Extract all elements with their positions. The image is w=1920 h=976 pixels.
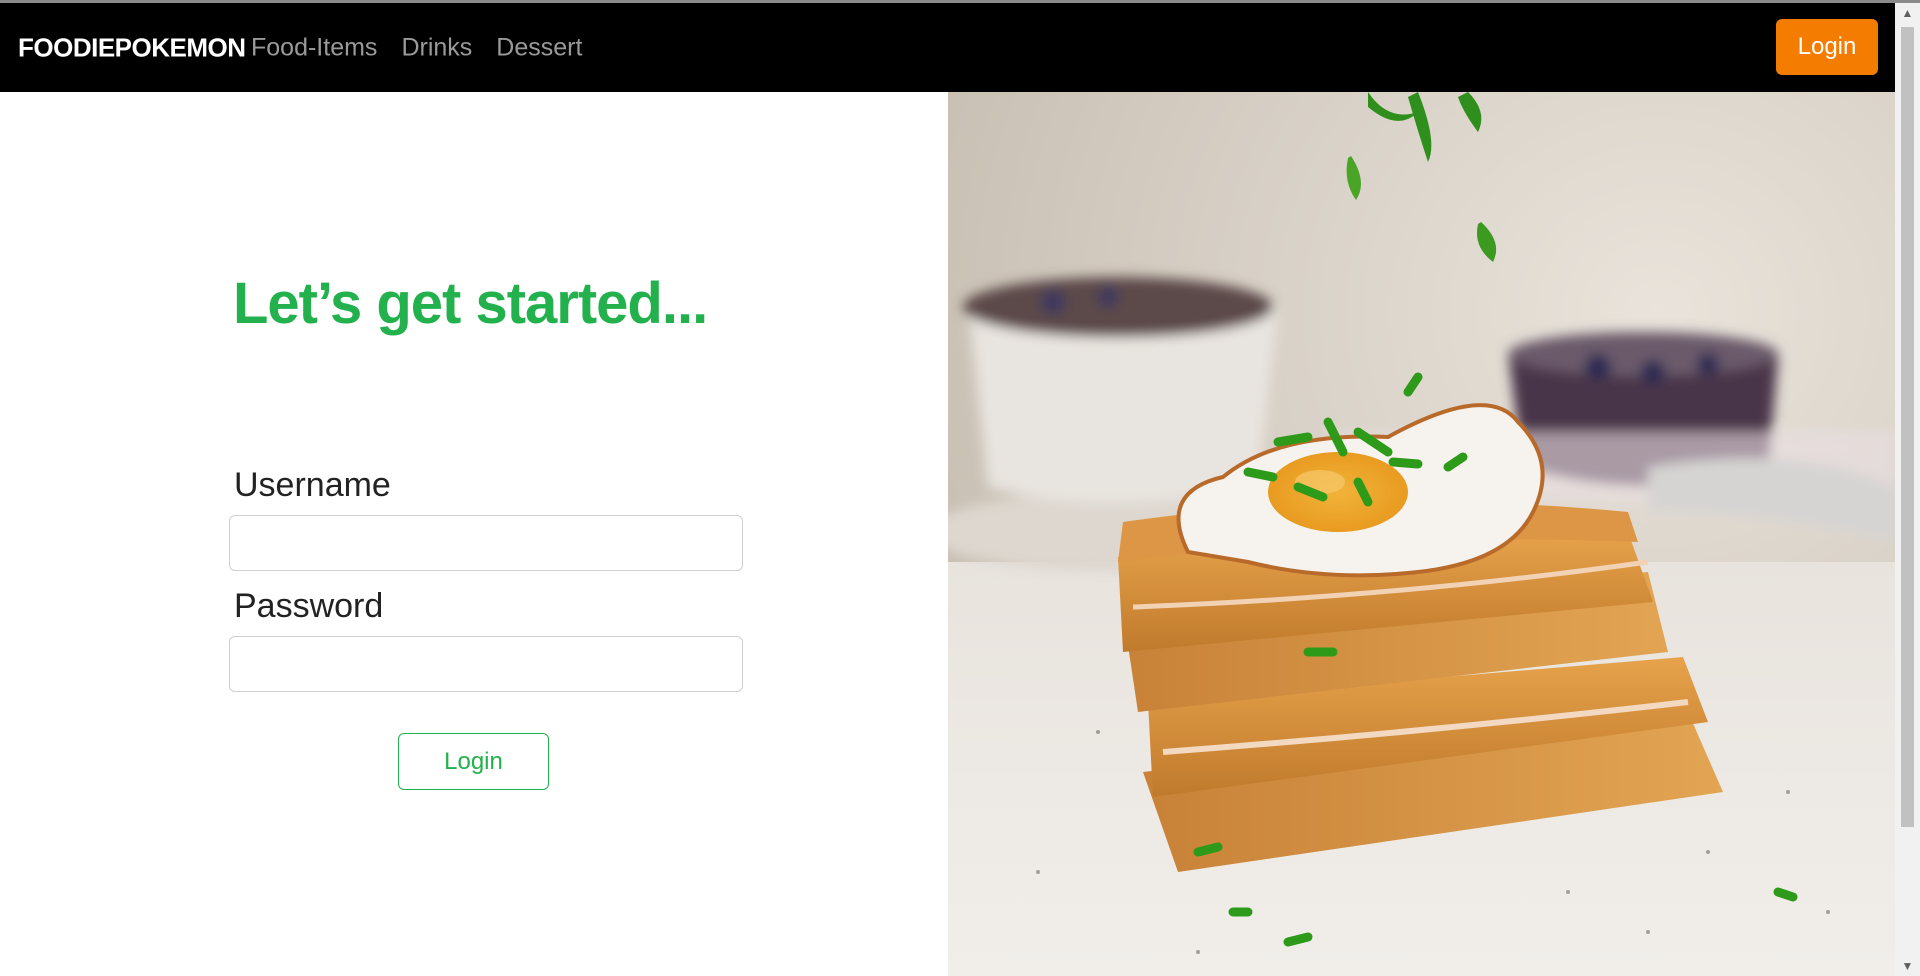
password-label: Password	[234, 587, 384, 625]
scrollbar-thumb[interactable]	[1901, 27, 1914, 827]
nav-link-dessert[interactable]: Dessert	[496, 33, 582, 62]
username-input[interactable]	[229, 515, 743, 571]
brand-logo[interactable]: FOODIEPOKEMON	[18, 32, 246, 63]
egg-toast-illustration	[948, 92, 1895, 976]
scroll-up-arrow-icon[interactable]: ▲	[1895, 3, 1920, 23]
username-label: Username	[234, 466, 391, 504]
hero-food-image	[948, 92, 1895, 976]
navbar: FOODIEPOKEMON Food-Items Drinks Dessert …	[0, 3, 1895, 92]
nav-link-food-items[interactable]: Food-Items	[251, 33, 377, 62]
password-input[interactable]	[229, 636, 743, 692]
nav-link-drinks[interactable]: Drinks	[401, 33, 472, 62]
login-submit-button[interactable]: Login	[398, 733, 549, 790]
page-heading: Let’s get started...	[233, 271, 708, 336]
scroll-down-arrow-icon[interactable]: ▼	[1895, 956, 1920, 976]
navbar-login-button[interactable]: Login	[1776, 19, 1878, 75]
nav-links: Food-Items Drinks Dessert	[251, 33, 582, 62]
vertical-scrollbar[interactable]: ▲ ▼	[1895, 3, 1920, 976]
